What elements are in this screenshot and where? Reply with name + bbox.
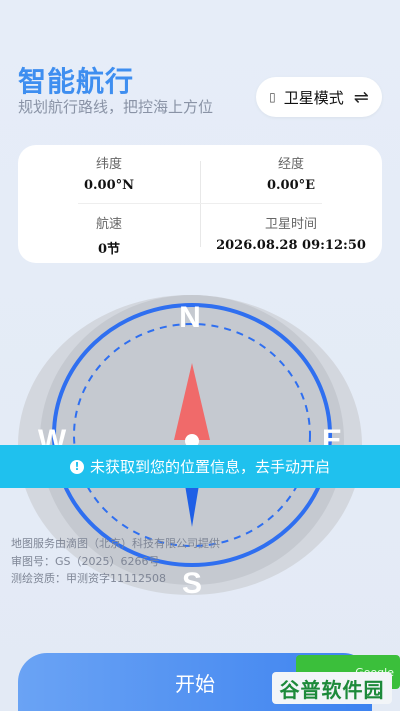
page-title: 智能航行	[18, 65, 135, 98]
satellite-time-label: 卫星时间	[264, 217, 317, 232]
map-credit: 地图服务由滴图（北京）科技有限公司提供 审图号：GS（2025）6266号 测绘…	[11, 535, 220, 588]
satellite-mode-button[interactable]: ▯ 卫星模式 ⇌	[256, 77, 382, 117]
navigation-info-card: 纬度 0.00°N 经度 0.00°E 航速 0节 卫星时间 2026.08.2…	[18, 145, 382, 263]
map-credit-line: 测绘资质：甲测资字11112508	[11, 572, 166, 585]
longitude-label: 经度	[277, 157, 304, 172]
map-credit-line: 审图号：GS（2025）6266号	[11, 554, 160, 568]
map-credit-line: 地图服务由滴图（北京）科技有限公司提供	[11, 537, 220, 550]
vertical-divider	[200, 161, 201, 247]
latitude-value: 0.00°N	[83, 178, 135, 193]
speed-cell: 航速 0节	[18, 213, 200, 257]
satellite-icon: ▯	[269, 90, 276, 104]
speed-label: 航速	[95, 217, 122, 232]
horizontal-divider	[78, 203, 322, 204]
swap-icon: ⇌	[353, 86, 369, 108]
latitude-cell: 纬度 0.00°N	[18, 153, 200, 193]
speed-value: 0节	[97, 242, 121, 257]
latitude-label: 纬度	[95, 157, 122, 172]
watermark-logo: 谷普软件园	[272, 672, 392, 704]
location-permission-toast[interactable]: ! 未获取到您的位置信息，去手动开启	[0, 445, 400, 488]
satellite-mode-label: 卫星模式	[283, 88, 344, 107]
satellite-time-value: 2026.08.28 09:12:50	[216, 238, 366, 253]
satellite-time-cell: 卫星时间 2026.08.28 09:12:50	[200, 213, 382, 253]
page-subtitle: 规划航行路线，把控海上方位	[18, 98, 214, 116]
info-icon: !	[69, 459, 84, 474]
longitude-cell: 经度 0.00°E	[200, 153, 382, 193]
toast-message: 未获取到您的位置信息，去手动开启	[89, 458, 330, 476]
compass-north-letter: N	[179, 301, 201, 334]
longitude-value: 0.00°E	[266, 178, 316, 193]
